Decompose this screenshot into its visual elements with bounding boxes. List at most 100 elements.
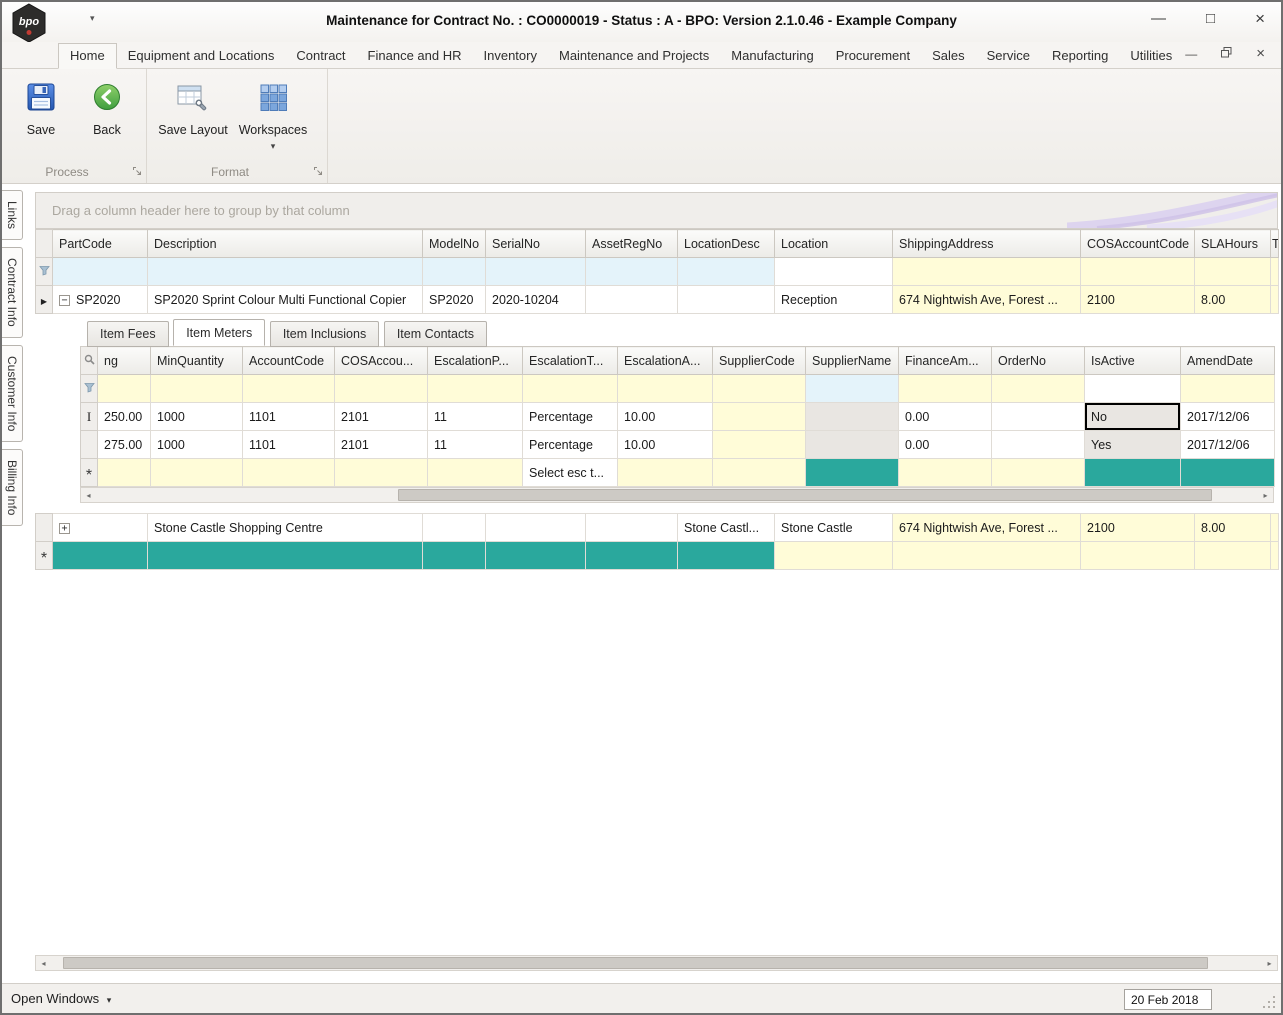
side-tab-links[interactable]: Links xyxy=(2,190,23,241)
scroll-right-icon[interactable]: ▸ xyxy=(1262,956,1277,970)
filter-t[interactable] xyxy=(1270,257,1279,286)
dfilter-isactive[interactable] xyxy=(1084,374,1181,403)
dcol-escalationt[interactable]: EscalationT... xyxy=(522,346,618,375)
drow2-escalationp[interactable]: 11 xyxy=(427,430,523,459)
drow1-financeam[interactable]: 0.00 xyxy=(898,402,992,431)
dcol-escalationa[interactable]: EscalationA... xyxy=(617,346,713,375)
row2-assetregno-cell[interactable] xyxy=(585,513,678,542)
tab-item-contacts[interactable]: Item Contacts xyxy=(383,321,487,347)
dcol-reading[interactable]: ng xyxy=(97,346,151,375)
dnew-amenddate-mandatory[interactable] xyxy=(1180,458,1275,487)
dfilter-orderno[interactable] xyxy=(991,374,1085,403)
minimize-icon[interactable]: — xyxy=(1151,9,1166,29)
row1-assetregno-cell[interactable] xyxy=(585,285,678,314)
new-partcode-mandatory[interactable] xyxy=(52,541,148,570)
new-location-cell[interactable] xyxy=(774,541,893,570)
dnew-escalationa[interactable] xyxy=(617,458,713,487)
filter-location[interactable] xyxy=(774,257,893,286)
dfilter-accountcode[interactable] xyxy=(242,374,335,403)
new-slahours-cell[interactable] xyxy=(1194,541,1271,570)
dfilter-cosaccount[interactable] xyxy=(334,374,428,403)
dfilter-reading[interactable] xyxy=(97,374,151,403)
row2-shippingaddress-cell[interactable]: 674 Nightwish Ave, Forest ... xyxy=(892,513,1081,542)
tab-home[interactable]: Home xyxy=(58,43,117,69)
drow2-isactive[interactable]: Yes xyxy=(1084,430,1181,459)
dnew-minquantity[interactable] xyxy=(150,458,243,487)
close-icon[interactable]: × xyxy=(1255,9,1265,29)
dcol-suppliername[interactable]: SupplierName xyxy=(805,346,899,375)
dnew-financeam[interactable] xyxy=(898,458,992,487)
new-description-mandatory[interactable] xyxy=(147,541,423,570)
tab-inventory[interactable]: Inventory xyxy=(473,44,548,68)
back-button[interactable]: Back xyxy=(76,77,138,137)
tab-item-inclusions[interactable]: Item Inclusions xyxy=(269,321,380,347)
drow1-cosaccount[interactable]: 2101 xyxy=(334,402,428,431)
new-serialno-mandatory[interactable] xyxy=(485,541,586,570)
detail-scroll-thumb[interactable] xyxy=(398,489,1212,501)
tab-maintenance-and-projects[interactable]: Maintenance and Projects xyxy=(548,44,720,68)
dcol-suppliercode[interactable]: SupplierCode xyxy=(712,346,806,375)
filter-cosaccountcode[interactable] xyxy=(1080,257,1195,286)
status-date-field[interactable]: 20 Feb 2018 xyxy=(1124,989,1212,1010)
mdi-restore-icon[interactable] xyxy=(1221,46,1232,61)
row1-partcode-cell[interactable]: − SP2020 xyxy=(52,285,148,314)
drow2-orderno[interactable] xyxy=(991,430,1085,459)
filter-description[interactable] xyxy=(147,257,423,286)
row1-serialno-cell[interactable]: 2020-10204 xyxy=(485,285,586,314)
main-scroll-thumb[interactable] xyxy=(63,957,1208,969)
dnewrow-indicator[interactable]: * xyxy=(80,458,98,487)
col-assetregno[interactable]: AssetRegNo xyxy=(585,229,678,258)
row2-t-cell[interactable] xyxy=(1270,513,1279,542)
detail-horizontal-scrollbar[interactable]: ◂ ▸ xyxy=(80,487,1274,503)
dnew-reading[interactable] xyxy=(97,458,151,487)
detail-new-row[interactable]: * Select esc t... xyxy=(80,458,1275,487)
row1-description-cell[interactable]: SP2020 Sprint Colour Multi Functional Co… xyxy=(147,285,423,314)
row2-indicator[interactable] xyxy=(35,513,53,542)
tab-equipment-and-locations[interactable]: Equipment and Locations xyxy=(117,44,286,68)
dfilter-escalationt[interactable] xyxy=(522,374,618,403)
dnew-suppliercode[interactable] xyxy=(712,458,806,487)
col-modelno[interactable]: ModelNo xyxy=(422,229,486,258)
tab-finance-and-hr[interactable]: Finance and HR xyxy=(357,44,473,68)
new-modelno-mandatory[interactable] xyxy=(422,541,486,570)
drow1-escalationp[interactable]: 11 xyxy=(427,402,523,431)
col-shippingaddress[interactable]: ShippingAddress xyxy=(892,229,1081,258)
mdi-minimize-icon[interactable]: — xyxy=(1185,47,1197,61)
filter-shippingaddress[interactable] xyxy=(892,257,1081,286)
dcol-isactive[interactable]: IsActive xyxy=(1084,346,1181,375)
col-serialno[interactable]: SerialNo xyxy=(485,229,586,258)
row2-description-cell[interactable]: Stone Castle Shopping Centre xyxy=(147,513,423,542)
save-button[interactable]: Save xyxy=(10,77,72,137)
master-new-row[interactable]: * xyxy=(35,541,1279,570)
tab-item-fees[interactable]: Item Fees xyxy=(87,321,169,347)
filter-modelno[interactable] xyxy=(422,257,486,286)
new-locationdesc-mandatory[interactable] xyxy=(677,541,775,570)
col-slahours[interactable]: SLAHours xyxy=(1194,229,1271,258)
dcol-cosaccount[interactable]: COSAccou... xyxy=(334,346,428,375)
side-tab-billing-info[interactable]: Billing Info xyxy=(2,449,23,527)
row2-locationdesc-cell[interactable]: Stone Castl... xyxy=(677,513,775,542)
row1-modelno-cell[interactable]: SP2020 xyxy=(422,285,486,314)
row1-slahours-cell[interactable]: 8.00 xyxy=(1194,285,1271,314)
filter-partcode[interactable] xyxy=(52,257,148,286)
drow1-isactive-selected-cell[interactable]: No xyxy=(1084,402,1181,431)
filter-assetregno[interactable] xyxy=(585,257,678,286)
filter-locationdesc[interactable] xyxy=(677,257,775,286)
row1-cosaccountcode-cell[interactable]: 2100 xyxy=(1080,285,1195,314)
new-t-cell[interactable] xyxy=(1270,541,1279,570)
new-cosaccountcode-cell[interactable] xyxy=(1080,541,1195,570)
dnew-orderno[interactable] xyxy=(991,458,1085,487)
tab-contract[interactable]: Contract xyxy=(285,44,356,68)
dnew-cosaccount[interactable] xyxy=(334,458,428,487)
detail-scroll-track[interactable] xyxy=(96,488,1258,502)
expand-row-icon[interactable]: + xyxy=(59,522,70,534)
format-dialog-launcher-icon[interactable] xyxy=(313,164,323,179)
row1-shippingaddress-cell[interactable]: 674 Nightwish Ave, Forest ... xyxy=(892,285,1081,314)
col-t[interactable]: T xyxy=(1270,229,1279,258)
dfilter-suppliercode[interactable] xyxy=(712,374,806,403)
main-scroll-track[interactable] xyxy=(51,956,1262,970)
main-horizontal-scrollbar[interactable]: ◂ ▸ xyxy=(35,955,1278,971)
dfilter-suppliername[interactable] xyxy=(805,374,899,403)
col-partcode[interactable]: PartCode xyxy=(52,229,148,258)
row1-locationdesc-cell[interactable] xyxy=(677,285,775,314)
